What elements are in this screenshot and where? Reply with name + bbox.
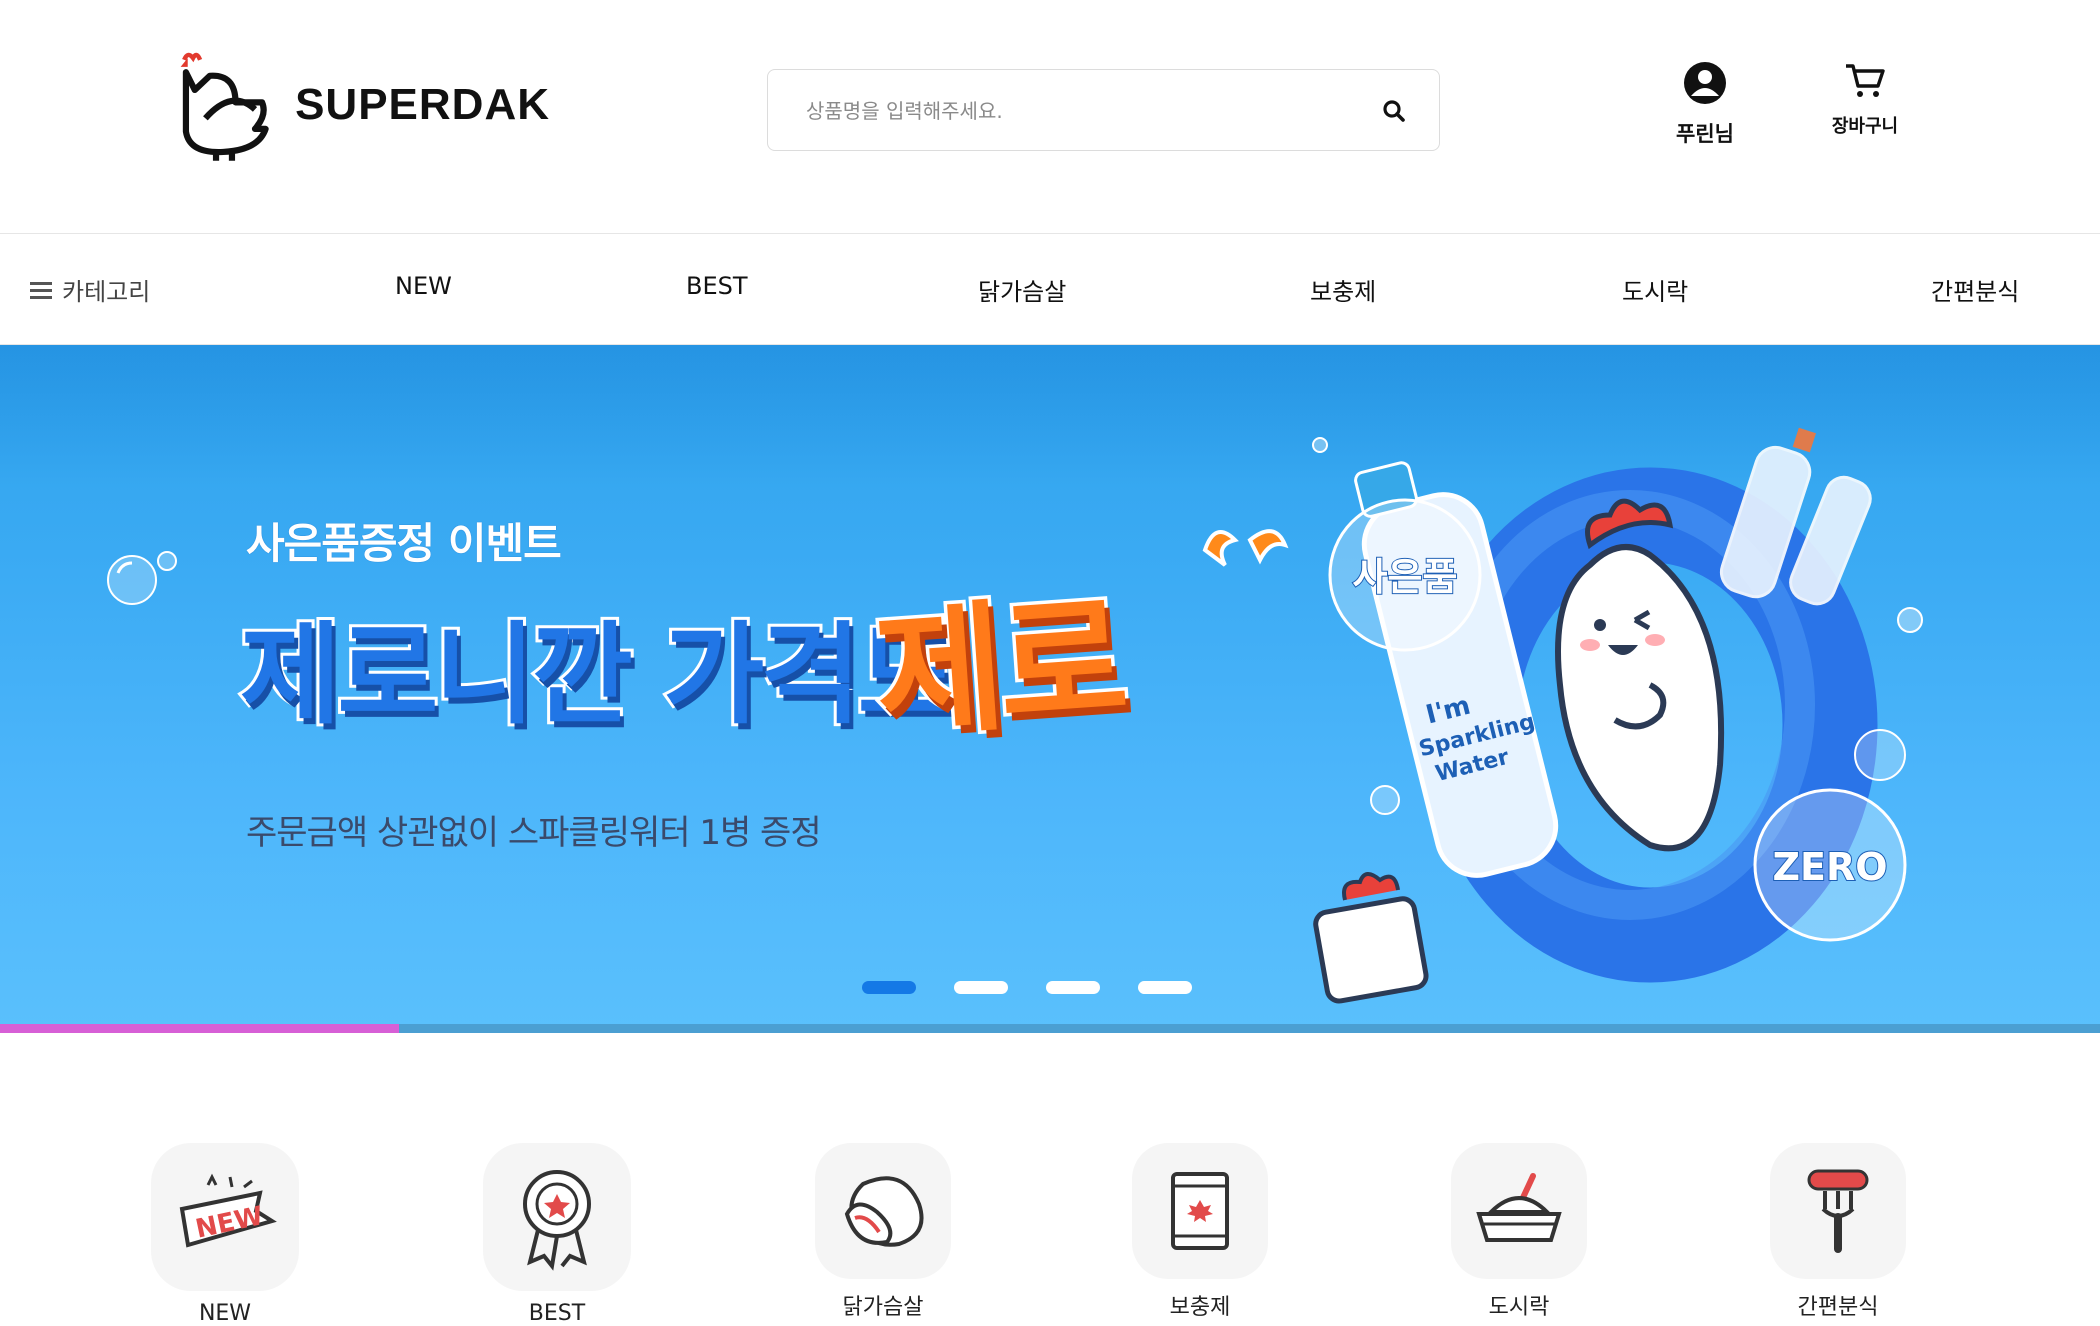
nav-item-lunchbox[interactable]: 도시락 [1622, 272, 1688, 307]
chicken-breast-icon [844, 1176, 924, 1247]
category-tile [815, 1143, 951, 1279]
slide-progress-fill [0, 1024, 399, 1033]
search-box[interactable] [767, 69, 1440, 151]
hero-banner[interactable]: 사은품증정 이벤트 제로니깐 가격도 제로 주문금액 상관없이 스파클링워터 1… [0, 345, 2100, 1033]
cart-icon [1846, 64, 1885, 97]
lunchbox-icon [1476, 1173, 1562, 1242]
slide-dot-3[interactable] [1046, 981, 1100, 994]
main-nav: 카테고리 NEW BEST 닭가슴살 보충제 도시락 간편분식 [0, 233, 2100, 345]
new-tag-icon: NEW [179, 1173, 277, 1248]
category-new[interactable]: NEW NEW [150, 1143, 300, 1326]
category-label: 카테고리 [62, 278, 151, 306]
hamburger-icon [30, 281, 52, 299]
cart-label: 장바구니 [1831, 116, 1899, 137]
nav-item-supplement[interactable]: 보충제 [1310, 272, 1376, 307]
banner-highlight-word: 제로 [867, 575, 1130, 762]
category-lunchbox[interactable]: 도시락 [1444, 1143, 1594, 1321]
category-label-best: BEST [528, 1301, 586, 1326]
chicken-logo-icon [180, 52, 269, 161]
category-label-snack: 간편분식 [1797, 1295, 1879, 1320]
category-tile [1770, 1143, 1906, 1279]
banner-big-title: 제로니깐 가격도 [237, 608, 962, 742]
badge-gift-text: 사은품 [1353, 555, 1458, 599]
category-tile [1451, 1143, 1587, 1279]
banner-illustration: I'm Sparkling Water 사은품 ZERO [1312, 427, 1923, 1004]
category-label-new: NEW [198, 1301, 252, 1326]
nav-item-snack[interactable]: 간편분식 [1931, 272, 2019, 307]
splash-icon [1202, 529, 1289, 567]
cart-button[interactable]: 장바구니 [1800, 60, 1930, 160]
user-menu[interactable]: 푸린님 [1640, 60, 1770, 160]
category-tile: NEW [151, 1143, 299, 1291]
search-icon[interactable] [1379, 96, 1409, 126]
supplement-pack-icon [1171, 1172, 1229, 1250]
sausage-fork-icon [1807, 1169, 1869, 1253]
nav-item-best[interactable]: BEST [686, 272, 748, 300]
category-supplement[interactable]: 보충제 [1125, 1143, 1275, 1321]
category-label-lunchbox: 도시락 [1488, 1295, 1550, 1320]
brand-name: SUPERDAK [295, 80, 550, 129]
badge-zero-text: ZERO [1772, 845, 1887, 889]
banner-small-title: 사은품증정 이벤트 [246, 519, 562, 568]
nav-item-chicken-breast[interactable]: 닭가슴살 [978, 272, 1066, 307]
category-best[interactable]: BEST [482, 1143, 632, 1326]
category-label-supplement: 보충제 [1169, 1295, 1231, 1320]
category-tile [483, 1143, 631, 1291]
banner-subtitle: 주문금액 상관없이 스파클링워터 1병 증정 [246, 813, 822, 853]
site-header: SUPERDAK 푸린님 장바구니 [0, 0, 2100, 233]
user-icon [1684, 62, 1726, 104]
category-label-chicken-breast: 닭가슴살 [842, 1295, 924, 1320]
slide-dot-4[interactable] [1138, 981, 1192, 994]
user-name: 푸린님 [1676, 122, 1734, 146]
slide-dot-1[interactable] [862, 981, 916, 994]
nav-item-new[interactable]: NEW [395, 272, 452, 300]
slide-progress-bar [0, 1024, 2100, 1033]
slide-pagination [862, 981, 1192, 994]
category-menu-button[interactable]: 카테고리 [30, 272, 150, 307]
category-tile [1132, 1143, 1268, 1279]
brand-logo[interactable]: SUPERDAK [170, 40, 550, 170]
search-input[interactable] [804, 92, 1348, 130]
category-snack[interactable]: 간편분식 [1763, 1143, 1913, 1321]
badge-icon [523, 1170, 591, 1271]
category-chicken-breast[interactable]: 닭가슴살 [808, 1143, 958, 1321]
slide-dot-2[interactable] [954, 981, 1008, 994]
bubble-small-icon [157, 551, 177, 571]
